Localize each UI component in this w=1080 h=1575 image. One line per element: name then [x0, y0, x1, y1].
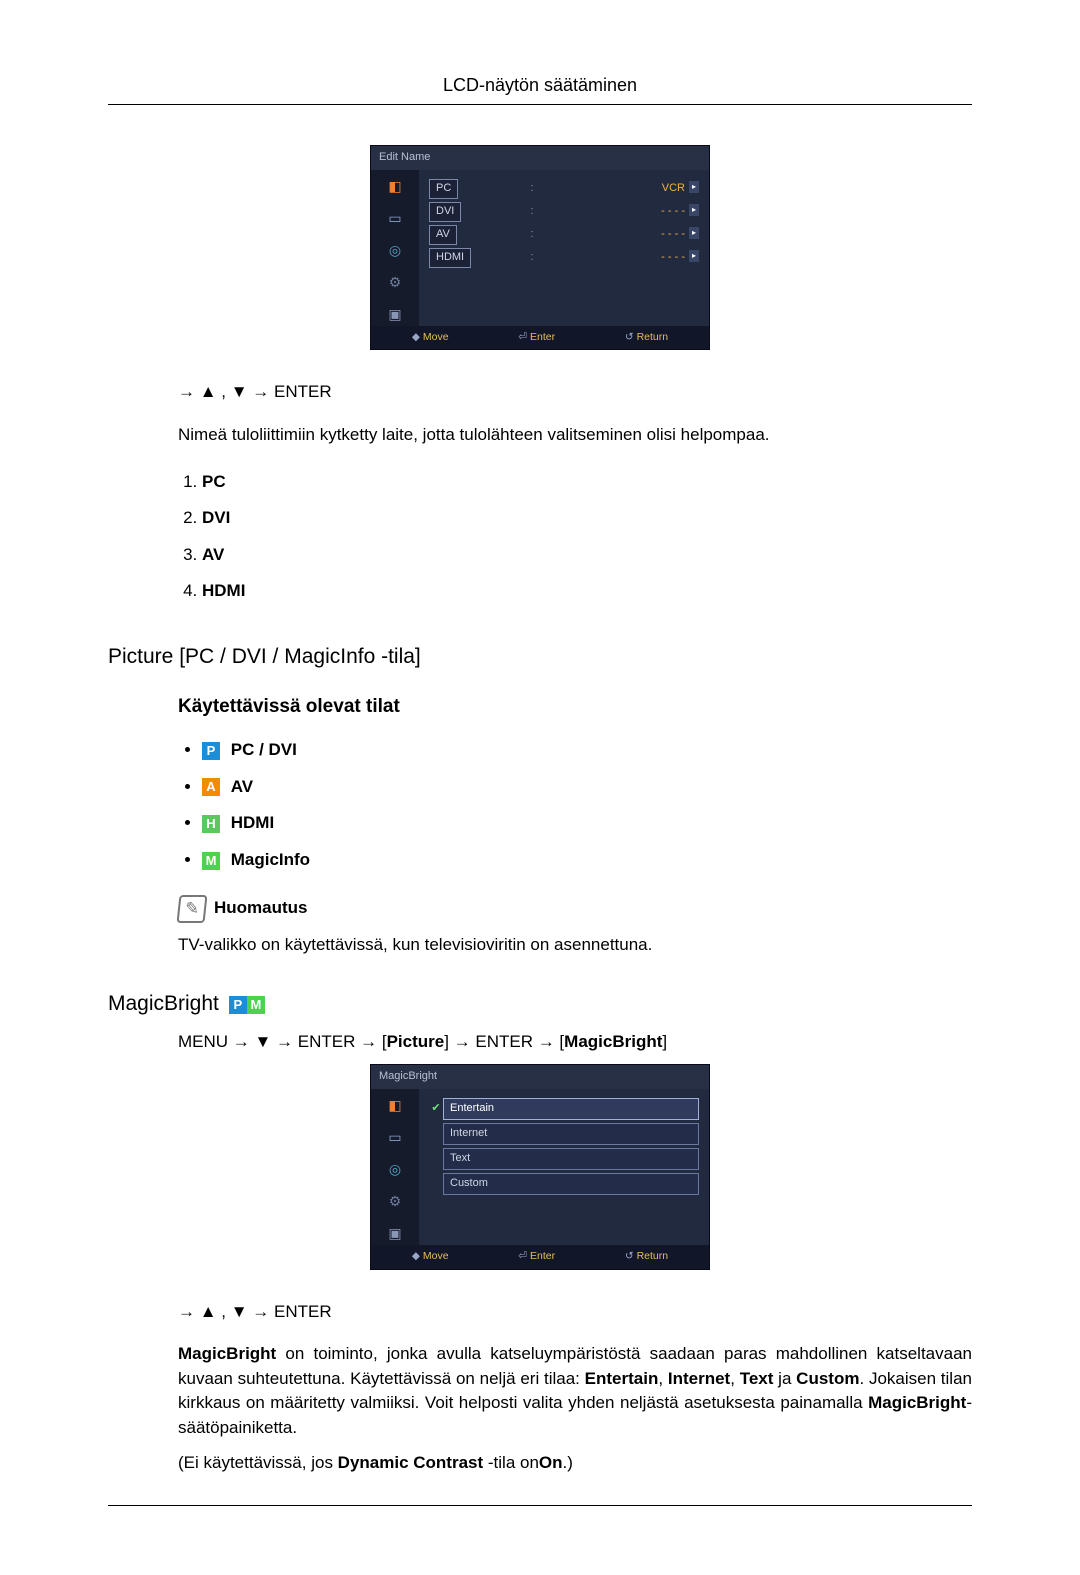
input-list: PC DVI AV HDMI — [178, 464, 972, 611]
osd2-option-internet[interactable]: Internet — [429, 1123, 699, 1145]
heading-available-modes: Käytettävissä olevat tilat — [178, 693, 972, 721]
heading-picture: Picture [PC / DVI / MagicInfo -tila] — [108, 642, 972, 672]
osd1-label-3: HDMI — [429, 248, 471, 268]
osd-side-icon-sound: ◎ — [380, 238, 410, 262]
page-title: LCD-näytön säätäminen — [108, 72, 972, 98]
a-icon: A — [202, 778, 220, 796]
chevron-right-icon[interactable]: ▸ — [689, 227, 699, 239]
bottom-rule — [108, 1505, 972, 1506]
mode-item-hdmi: H HDMI — [202, 805, 972, 842]
osd-side-icon-input: ◧ — [380, 1093, 410, 1117]
osd1-value-2: - - - - — [661, 228, 685, 240]
ol-item-1: PC — [202, 472, 226, 491]
osd1-value-3: - - - - — [661, 251, 685, 263]
note-icon: ✎ — [177, 895, 208, 923]
osd1-value-1: - - - - — [661, 205, 685, 217]
osd2-title: MagicBright — [371, 1065, 709, 1089]
osd-side-icon-multi: ▣ — [380, 1221, 410, 1245]
osd1-footer: ◆ Move ⏎ Enter ↺ Return — [371, 326, 709, 349]
osd1-sidebar: ◧ ▭ ◎ ⚙ ▣ — [371, 170, 419, 326]
osd2-footer: ◆ Move ⏎ Enter ↺ Return — [371, 1245, 709, 1268]
osd1-label-1: DVI — [429, 202, 461, 222]
ol-item-3: AV — [202, 545, 224, 564]
osd2-option-entertain[interactable]: ✔ Entertain — [429, 1098, 699, 1120]
osd-side-icon-multi: ▣ — [380, 302, 410, 326]
nav-sequence-2: → ▲ , ▼ → ENTER — [178, 1300, 972, 1325]
m-icon: M — [247, 996, 265, 1014]
move-icon: ◆ — [412, 1250, 420, 1262]
magicbright-description: MagicBright on toiminto, jonka avulla ka… — [178, 1342, 972, 1441]
p-icon: P — [202, 742, 220, 760]
chevron-right-icon[interactable]: ▸ — [689, 204, 699, 216]
nav-sequence-1: → ▲ , ▼ → ENTER — [178, 380, 972, 405]
osd1-title: Edit Name — [371, 146, 709, 170]
osd-side-icon-sound: ◎ — [380, 1157, 410, 1181]
osd1-row-pc[interactable]: PC : VCR▸ — [429, 179, 699, 199]
return-icon: ↺ — [625, 1250, 634, 1262]
mode-item-magicinfo: M MagicInfo — [202, 842, 972, 879]
osd-edit-name: Edit Name ◧ ▭ ◎ ⚙ ▣ PC : VCR▸ DVI : - - … — [370, 145, 710, 350]
ol-item-4: HDMI — [202, 581, 245, 600]
osd-side-icon-picture: ▭ — [380, 1125, 410, 1149]
enter-icon: ⏎ — [518, 1250, 527, 1262]
osd2-sidebar: ◧ ▭ ◎ ⚙ ▣ — [371, 1089, 419, 1245]
chevron-right-icon[interactable]: ▸ — [689, 250, 699, 262]
osd1-row-av[interactable]: AV : - - - -▸ — [429, 225, 699, 245]
magicbright-availability-note: (Ei käytettävissä, jos Dynamic Contrast … — [178, 1451, 972, 1476]
enter-icon: ⏎ — [518, 331, 527, 343]
osd1-value-0: VCR — [662, 182, 685, 194]
chevron-right-icon[interactable]: ▸ — [689, 181, 699, 193]
osd-side-icon-picture: ▭ — [380, 206, 410, 230]
p-icon: P — [229, 996, 247, 1014]
osd-side-icon-input: ◧ — [380, 174, 410, 198]
osd1-label-0: PC — [429, 179, 458, 199]
osd1-row-dvi[interactable]: DVI : - - - -▸ — [429, 202, 699, 222]
osd-magicbright: MagicBright ◧ ▭ ◎ ⚙ ▣ ✔ Entertain Intern… — [370, 1064, 710, 1269]
osd1-row-hdmi[interactable]: HDMI : - - - -▸ — [429, 248, 699, 268]
osd-side-icon-setup: ⚙ — [380, 270, 410, 294]
mode-item-av: A AV — [202, 769, 972, 806]
intro-text-1: Nimeä tuloliittimiin kytketty laite, jot… — [178, 423, 972, 448]
ol-item-2: DVI — [202, 508, 230, 527]
note-label: Huomautus — [214, 896, 308, 921]
osd2-option-text[interactable]: Text — [429, 1148, 699, 1170]
heading-magicbright: MagicBright PM — [108, 989, 972, 1019]
move-icon: ◆ — [412, 331, 420, 343]
osd1-label-2: AV — [429, 225, 457, 245]
m-icon: M — [202, 852, 220, 870]
top-rule — [108, 104, 972, 105]
return-icon: ↺ — [625, 331, 634, 343]
h-icon: H — [202, 815, 220, 833]
osd2-option-custom[interactable]: Custom — [429, 1173, 699, 1195]
note-text: TV-valikko on käytettävissä, kun televis… — [178, 933, 972, 958]
mode-item-pc: P PC / DVI — [202, 732, 972, 769]
check-icon: ✔ — [429, 1101, 443, 1117]
osd-side-icon-setup: ⚙ — [380, 1189, 410, 1213]
menu-path: MENU → ▼ → ENTER → [Picture] → ENTER → [… — [178, 1030, 972, 1055]
